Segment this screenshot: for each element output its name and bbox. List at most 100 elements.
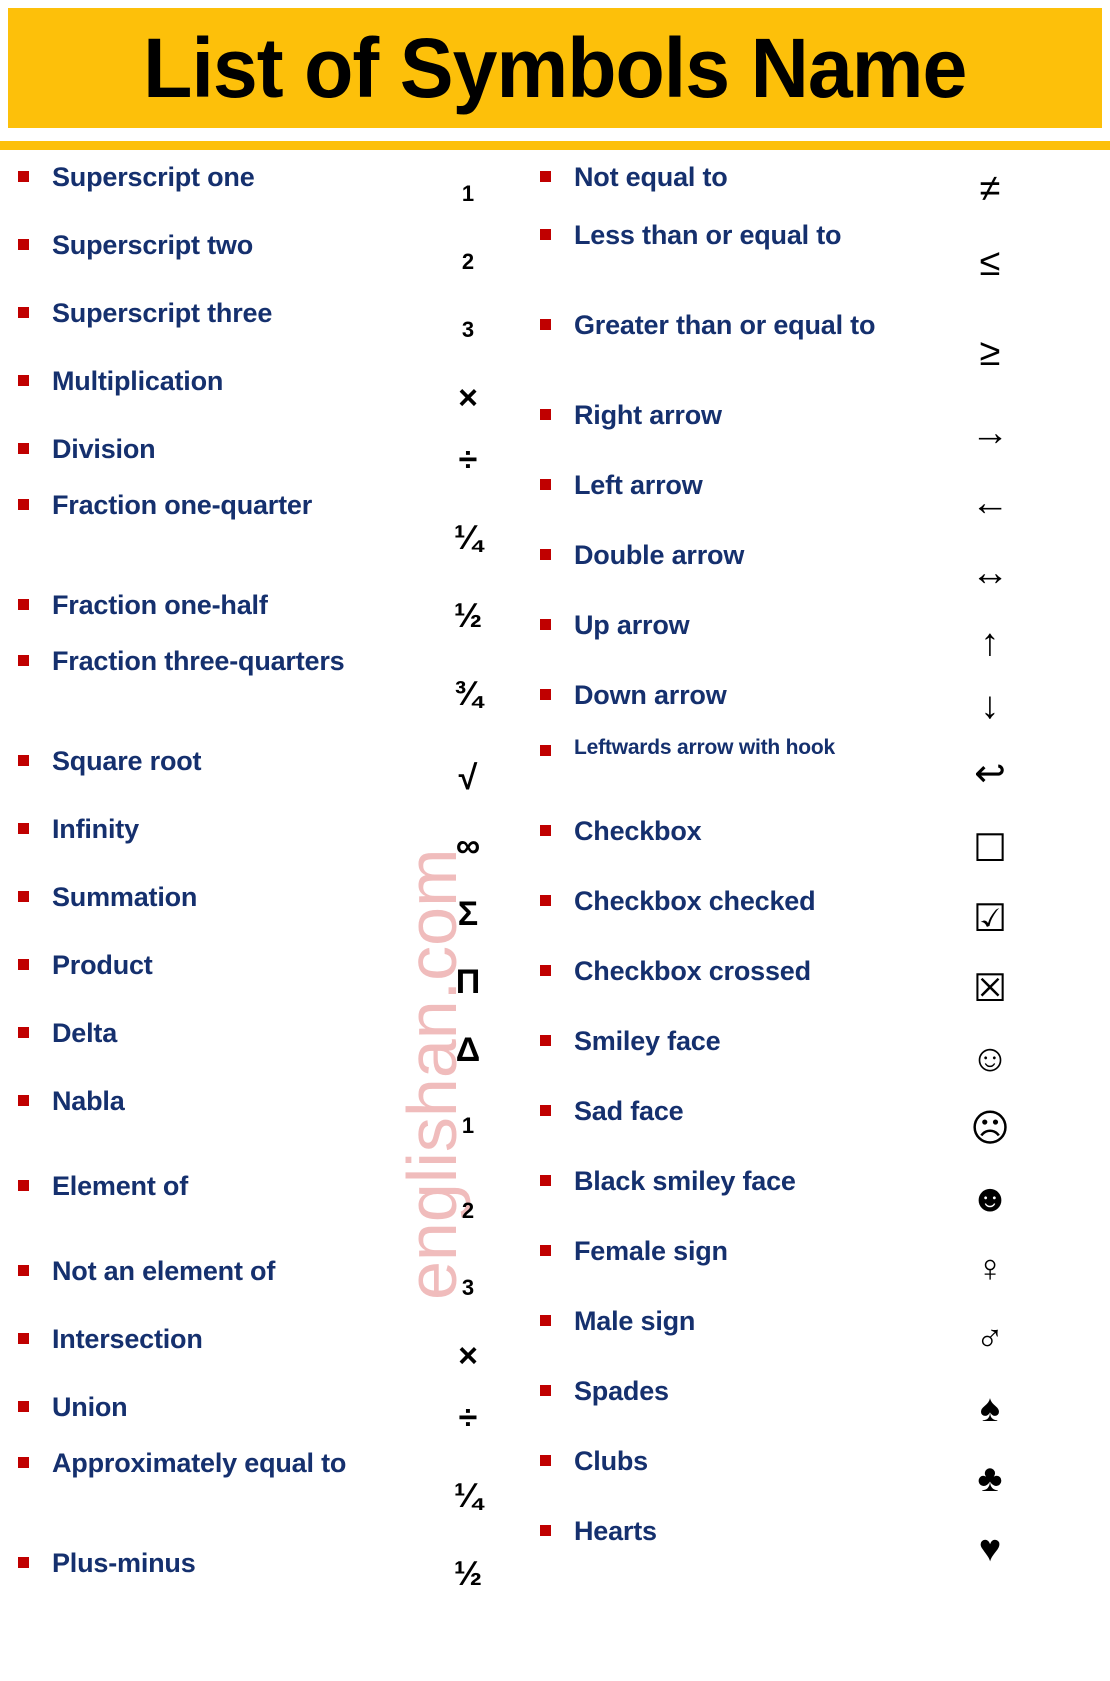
symbol-row: Fraction three-quarters ¾: [8, 644, 528, 744]
symbol-name-label: Checkbox: [574, 816, 702, 846]
bullet-cell: [530, 218, 574, 240]
square-bullet-icon: [540, 171, 551, 182]
symbol-glyph: ½: [453, 596, 483, 635]
symbol-name-label: Intersection: [52, 1324, 203, 1354]
square-bullet-icon: [18, 823, 29, 834]
square-bullet-icon: [18, 1333, 29, 1344]
bullet-cell: [8, 364, 52, 386]
symbol-name-label: Sad face: [574, 1096, 684, 1126]
symbol-name-label: Hearts: [574, 1516, 657, 1546]
symbol-name-label: Spades: [574, 1376, 669, 1406]
square-bullet-icon: [540, 825, 551, 836]
symbol-glyph: ↔: [971, 551, 1009, 594]
symbol-row: Fraction one-half ½: [8, 588, 528, 644]
bullet-cell: [530, 468, 574, 490]
symbol-name-label: Plus-minus: [52, 1548, 196, 1578]
symbol-glyph: 1: [461, 1113, 475, 1139]
square-bullet-icon: [540, 1385, 551, 1396]
symbol-glyph: ≤: [979, 241, 1001, 284]
symbol-glyph: ♀: [975, 1247, 1005, 1290]
bullet-cell: [8, 296, 52, 318]
square-bullet-icon: [18, 1027, 29, 1038]
symbol-name-label: Summation: [52, 882, 198, 912]
square-bullet-icon: [18, 171, 29, 182]
bullet-cell: [530, 1094, 574, 1116]
symbol-glyph: →: [971, 411, 1009, 454]
symbol-row: Product Π: [8, 948, 528, 1016]
symbol-row: Superscript three 3: [8, 296, 528, 364]
square-bullet-icon: [18, 1180, 29, 1191]
bullet-cell: [530, 308, 574, 330]
symbol-glyph: ¼: [453, 1476, 483, 1515]
symbol-name-label: Fraction one-half: [52, 590, 268, 620]
symbol-name-label: Infinity: [52, 814, 139, 844]
bullet-cell: [8, 588, 52, 610]
symbol-row: Female sign ♀: [530, 1234, 1050, 1304]
symbol-column-right: Not equal to ≠ Less than or equal to ≤ Great…: [530, 160, 1050, 1584]
square-bullet-icon: [540, 1175, 551, 1186]
symbol-name-label: Not equal to: [574, 162, 728, 192]
symbol-row: Up arrow ↑: [530, 608, 1050, 678]
square-bullet-icon: [540, 1105, 551, 1116]
square-bullet-icon: [18, 1457, 29, 1468]
square-bullet-icon: [18, 375, 29, 386]
square-bullet-icon: [18, 655, 29, 666]
symbol-name-label: Square root: [52, 746, 202, 776]
symbol-glyph: ÷: [458, 1398, 478, 1437]
bullet-cell: [8, 644, 52, 666]
square-bullet-icon: [18, 307, 29, 318]
symbol-glyph: ♣: [977, 1457, 1003, 1500]
symbol-name-label: Fraction one-quarter: [52, 490, 313, 520]
square-bullet-icon: [540, 1245, 551, 1256]
symbol-row: Approximately equal to ¼: [8, 1446, 528, 1546]
square-bullet-icon: [540, 689, 551, 700]
square-bullet-icon: [18, 239, 29, 250]
bullet-cell: [530, 678, 574, 700]
symbol-name-label: Up arrow: [574, 610, 690, 640]
symbol-name-label: Delta: [52, 1018, 118, 1048]
symbol-row: Not an element of 3: [8, 1254, 528, 1322]
bullet-cell: [8, 948, 52, 970]
symbol-name-label: Superscript one: [52, 162, 255, 192]
symbol-glyph: ↓: [980, 684, 1000, 727]
symbol-row: Superscript one 1: [8, 160, 528, 228]
symbol-glyph: ↑: [980, 621, 1000, 664]
symbol-list: Superscript one 1 Superscript two 2 Superscr…: [0, 160, 1110, 1681]
symbol-glyph: ☹: [970, 1107, 1010, 1150]
symbol-glyph: ↩: [974, 752, 1006, 795]
symbol-row: Multiplication ×: [8, 364, 528, 432]
symbol-row: Square root √: [8, 744, 528, 812]
symbol-glyph: 1: [461, 180, 475, 206]
bullet-cell: [8, 1016, 52, 1038]
symbol-name-label: Superscript two: [52, 230, 254, 260]
symbol-name-label: Approximately equal to: [52, 1448, 347, 1478]
square-bullet-icon: [540, 1035, 551, 1046]
symbol-name-label: Greater than or equal to: [574, 310, 876, 340]
symbol-row: Superscript two 2: [8, 228, 528, 296]
bullet-cell: [8, 488, 52, 510]
symbol-name-label: Clubs: [574, 1446, 649, 1476]
symbol-name-label: Leftwards arrow with hook: [574, 736, 836, 759]
symbol-name-label: Left arrow: [574, 470, 703, 500]
symbol-glyph: 2: [461, 248, 475, 274]
symbol-glyph: ÷: [458, 440, 478, 479]
bullet-cell: [530, 1374, 574, 1396]
symbol-row: Sad face ☹: [530, 1094, 1050, 1164]
symbol-glyph: Δ: [455, 1030, 481, 1069]
symbol-row: Male sign ♂: [530, 1304, 1050, 1374]
symbol-glyph: ∞: [455, 826, 481, 865]
symbol-glyph: ½: [453, 1554, 483, 1593]
symbol-row: Element of 2: [8, 1169, 528, 1254]
symbol-glyph: ←: [971, 481, 1009, 524]
symbol-glyph: √: [458, 758, 478, 797]
square-bullet-icon: [18, 891, 29, 902]
symbol-row: Less than or equal to ≤: [530, 218, 1050, 308]
bullet-cell: [8, 1322, 52, 1344]
symbol-glyph: ☺: [970, 1037, 1010, 1080]
symbol-row: Smiley face ☺: [530, 1024, 1050, 1094]
symbol-name-label: Product: [52, 950, 153, 980]
bullet-cell: [530, 1444, 574, 1466]
symbol-row: Checkbox crossed ☒: [530, 954, 1050, 1024]
bullet-cell: [530, 1164, 574, 1186]
bullet-cell: [530, 884, 574, 906]
